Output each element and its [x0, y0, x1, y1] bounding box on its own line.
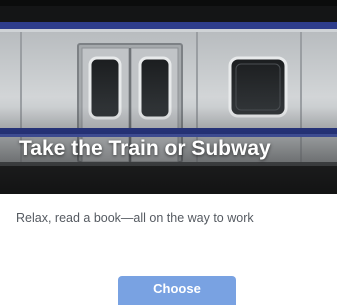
option-card[interactable]: Take the Train or Subway Relax, read a b… — [0, 0, 337, 305]
card-title: Take the Train or Subway — [19, 137, 271, 160]
choose-button[interactable]: Choose — [118, 276, 236, 305]
train-photo: Take the Train or Subway — [0, 0, 337, 194]
card-description: Relax, read a book—all on the way to wor… — [16, 211, 254, 225]
